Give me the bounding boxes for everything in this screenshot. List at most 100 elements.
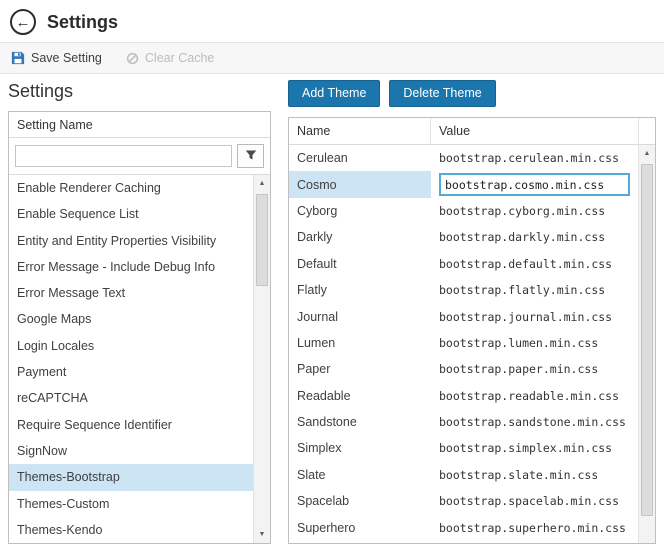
theme-row: Flatly bootstrap.flatly.min.css [289,277,638,303]
setting-list-item[interactable]: Enable Sequence List [9,201,253,227]
theme-value-cell[interactable]: bootstrap.spacelab.min.css [431,488,638,514]
theme-row: Darkly bootstrap.darkly.min.css [289,224,638,250]
theme-value-cell[interactable]: bootstrap.simplex.min.css [431,435,638,461]
save-icon [11,51,25,65]
theme-name-cell[interactable]: Flatly [289,277,431,303]
setting-list-item[interactable]: Enable Renderer Caching [9,175,253,201]
filter-row [9,138,270,175]
theme-name-cell[interactable]: Sandstone [289,409,431,435]
clear-cache-button[interactable]: Clear Cache [126,51,214,65]
scroll-up-icon[interactable]: ▲ [254,175,270,192]
theme-name-cell[interactable]: Default [289,251,431,277]
setting-list-item[interactable]: Error Message - Include Debug Info [9,254,253,280]
theme-row: Lumen bootstrap.lumen.min.css [289,330,638,356]
theme-value-cell[interactable]: bootstrap.paper.min.css [431,356,638,382]
theme-value-editor[interactable] [439,173,630,197]
theme-value-cell[interactable]: bootstrap.cyborg.min.css [431,198,638,224]
clear-cache-label: Clear Cache [144,51,215,65]
main-content: Settings Setting Name Enable Renderer Ca… [0,74,664,544]
theme-value-cell[interactable]: bootstrap.lumen.min.css [431,330,638,356]
filter-input[interactable] [15,145,232,167]
settings-scrollbar[interactable]: ▲ ▼ [253,175,270,543]
themes-grid: Name Value Cerulean bootstrap.cerulean.mi… [288,117,656,544]
setting-list-item[interactable]: Require Sequence Identifier [9,412,253,438]
scroll-down-icon[interactable]: ▼ [254,526,270,543]
toolbar: Save Setting Clear Cache [0,42,664,74]
themes-scrollbar[interactable]: ▲ [638,145,655,543]
theme-value-cell[interactable]: bootstrap.sandstone.min.css [431,409,638,435]
theme-row: Simplex bootstrap.simplex.min.css [289,435,638,461]
theme-value-cell[interactable]: bootstrap.journal.min.css [431,303,638,329]
header-spacer [638,118,655,144]
setting-list-item[interactable]: Payment [9,359,253,385]
theme-value-cell[interactable]: bootstrap.default.min.css [431,251,638,277]
theme-row: Readable bootstrap.readable.min.css [289,383,638,409]
scrollbar-thumb[interactable] [641,164,653,516]
theme-row: Spacelab bootstrap.spacelab.min.css [289,488,638,514]
setting-list-item[interactable]: reCAPTCHA [9,385,253,411]
theme-row: Sandstone bootstrap.sandstone.min.css [289,409,638,435]
setting-name-column-header: Setting Name [9,112,270,138]
theme-row: Cerulean bootstrap.cerulean.min.css [289,145,638,171]
theme-row: Cosmo [289,171,638,198]
theme-name-cell[interactable]: Superhero [289,514,431,540]
setting-list-item[interactable]: Entity and Entity Properties Visibility [9,228,253,254]
theme-name-cell[interactable]: Journal [289,303,431,329]
name-column-header: Name [289,118,431,144]
scrollbar-thumb[interactable] [256,194,268,286]
theme-name-cell[interactable]: Cyborg [289,198,431,224]
back-arrow-icon: ← [15,13,31,31]
setting-list-item[interactable]: Themes-Bootstrap [9,464,253,491]
theme-value-cell[interactable]: bootstrap.cerulean.min.css [431,145,638,171]
filter-button[interactable] [237,144,264,168]
setting-list-item[interactable]: Error Message Text [9,280,253,306]
theme-name-cell[interactable]: Simplex [289,435,431,461]
theme-name-cell[interactable]: Lumen [289,330,431,356]
theme-actions: Add Theme Delete Theme [288,80,656,107]
theme-name-cell[interactable]: Cosmo [289,171,431,198]
page-header: ← Settings [0,0,664,42]
clear-cache-icon [126,52,139,65]
themes-rows: Ceruleanbootstrap.cerulean.min.cssCosmoC… [289,145,638,543]
theme-row: Paper bootstrap.paper.min.css [289,356,638,382]
theme-value-cell[interactable]: bootstrap.slate.min.css [431,462,638,488]
setting-list-item[interactable]: Themes-Kendo [9,517,253,543]
theme-row: Cyborg bootstrap.cyborg.min.css [289,198,638,224]
settings-list-area: Enable Renderer Caching Enable Sequence L… [9,175,270,543]
settings-grid: Setting Name Enable Renderer Caching Enab… [8,111,271,544]
theme-value-cell[interactable]: bootstrap.readable.min.css [431,383,638,409]
theme-name-cell[interactable]: Paper [289,356,431,382]
value-column-header: Value [439,124,471,138]
themes-panel: Add Theme Delete Theme Name Value Cerule… [288,79,656,544]
theme-row: Journal bootstrap.journal.min.css [289,303,638,329]
delete-theme-button[interactable]: Delete Theme [389,80,496,107]
theme-name-cell[interactable]: Readable [289,383,431,409]
settings-panel: Settings Setting Name Enable Renderer Ca… [8,79,271,544]
add-theme-button[interactable]: Add Theme [288,80,381,107]
theme-value-cell[interactable]: bootstrap.superhero.min.css [431,514,638,540]
setting-list-item[interactable]: SignNow [9,438,253,464]
theme-name-cell[interactable]: Darkly [289,224,431,250]
theme-name-cell[interactable]: Slate [289,462,431,488]
save-setting-button[interactable]: Save Setting [11,51,102,65]
scrollbar-track[interactable] [254,192,270,526]
setting-list-item[interactable]: Google Maps [9,306,253,332]
setting-list-item[interactable]: Themes-Custom [9,491,253,517]
settings-section-title: Settings [8,81,74,101]
scroll-up-icon[interactable]: ▲ [639,145,655,162]
theme-name-cell[interactable]: Cerulean [289,145,431,171]
theme-value-cell[interactable] [431,171,638,197]
scrollbar-track[interactable] [639,162,655,543]
settings-list: Enable Renderer Caching Enable Sequence L… [9,175,253,543]
setting-list-item[interactable]: Login Locales [9,333,253,359]
theme-value-cell[interactable]: bootstrap.darkly.min.css [431,224,638,250]
back-button[interactable]: ← [10,9,36,35]
theme-row: Slate bootstrap.slate.min.css [289,462,638,488]
theme-value-cell[interactable]: bootstrap.flatly.min.css [431,277,638,303]
theme-row: Superhero bootstrap.superhero.min.css [289,514,638,540]
themes-grid-header: Name Value [289,118,655,145]
theme-name-cell[interactable]: Spacelab [289,488,431,514]
themes-grid-body: Ceruleanbootstrap.cerulean.min.cssCosmoC… [289,145,655,543]
save-setting-label: Save Setting [31,51,102,65]
theme-row: Default bootstrap.default.min.css [289,251,638,277]
